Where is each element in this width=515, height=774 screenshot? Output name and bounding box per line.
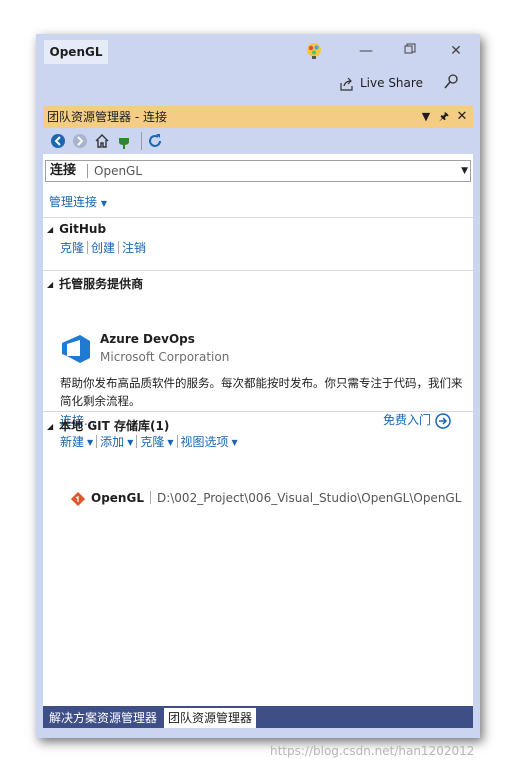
minimize-button[interactable]: —	[356, 42, 376, 60]
github-signout-link[interactable]: 注销	[122, 241, 146, 255]
divider	[43, 217, 473, 218]
view-options-label: 视图选项	[180, 435, 229, 449]
bottom-tab-bar: 解决方案资源管理器 团队资源管理器	[43, 706, 473, 728]
pin-icon[interactable]: 🖈	[437, 106, 451, 128]
team-explorer-panel: 团队资源管理器 - 连接 ▼ 🖈 ✕ 连接 OpenGL ▼ 管理连接 ▼ ◢ G…	[43, 106, 473, 706]
new-repo-link[interactable]: 新建 ▼	[60, 435, 93, 449]
chevron-down-icon: ▼	[87, 438, 94, 447]
github-clone-link[interactable]: 克隆	[60, 241, 84, 255]
collapse-triangle-icon: ◢	[47, 422, 54, 431]
git-repo-icon	[71, 491, 85, 506]
repo-separator	[149, 491, 151, 504]
free-start-label: 免费入门	[383, 413, 432, 427]
tab-solution-explorer[interactable]: 解决方案资源管理器	[45, 708, 161, 728]
chevron-down-icon: ▼	[167, 438, 174, 447]
tab-team-explorer[interactable]: 团队资源管理器	[164, 708, 257, 728]
solution-title: OpenGL	[44, 40, 108, 64]
live-share-button[interactable]: Live Share	[340, 73, 423, 93]
action-separator	[118, 241, 120, 254]
action-separator	[136, 435, 138, 448]
free-start-link[interactable]: 免费入门	[383, 411, 451, 429]
github-actions: 克隆 创建 注销	[60, 239, 146, 256]
panel-header: 团队资源管理器 - 连接 ▼ 🖈 ✕	[43, 106, 473, 128]
combo-separator	[87, 164, 88, 178]
plug-icon[interactable]	[116, 133, 132, 149]
provider-description: 帮助你发布高品质软件的服务。每次都能按时发布。你只需专注于代码，我们来简化剩余流…	[60, 376, 463, 408]
local-git-actions: 新建 ▼ 添加 ▼ 克隆 ▼ 视图选项 ▼	[60, 433, 238, 450]
manage-dropdown-icon: ▼	[100, 199, 107, 208]
repo-list-item[interactable]: OpenGL D:\002_Project\006_Visual_Studio\O…	[71, 491, 461, 506]
repo-path: D:\002_Project\006_Visual_Studio\OpenGL\…	[156, 491, 462, 505]
connection-selector[interactable]: 连接 OpenGL ▼	[45, 160, 471, 182]
close-icon[interactable]: ✕	[455, 106, 469, 128]
refresh-icon[interactable]	[147, 133, 163, 149]
feedback-icon[interactable]	[304, 41, 324, 61]
restore-icon	[404, 43, 416, 54]
github-section-title: GitHub	[59, 222, 107, 236]
clone-repo-link[interactable]: 克隆 ▼	[140, 435, 173, 449]
combo-chevron-down-icon[interactable]: ▼	[461, 161, 468, 181]
restore-button[interactable]	[400, 42, 420, 60]
panel-toolbar	[43, 128, 473, 154]
watermark-text: https://blog.csdn.net/han1202012	[270, 744, 475, 758]
arrow-circle-right-icon	[435, 412, 451, 429]
provider-name: Azure DevOps	[100, 332, 195, 346]
action-separator	[176, 435, 178, 448]
new-repo-label: 新建	[60, 435, 85, 449]
collapse-triangle-icon: ◢	[47, 225, 54, 234]
github-create-link[interactable]: 创建	[91, 241, 115, 255]
provider-company: Microsoft Corporation	[100, 350, 230, 364]
dropdown-arrow-icon[interactable]: ▼	[419, 106, 433, 128]
toolbar-separator	[141, 132, 142, 150]
manage-connections-link[interactable]: 管理连接 ▼	[49, 193, 107, 210]
divider	[43, 270, 473, 271]
action-separator	[87, 241, 89, 254]
forward-icon[interactable]	[72, 133, 88, 149]
github-section-header[interactable]: ◢ GitHub	[47, 222, 106, 236]
collapse-triangle-icon: ◢	[47, 280, 54, 289]
panel-title: 团队资源管理器 - 连接	[47, 110, 167, 124]
connection-label: 连接	[50, 163, 77, 178]
share-icon	[340, 77, 353, 91]
home-icon[interactable]	[94, 133, 110, 149]
action-separator	[96, 435, 98, 448]
chevron-down-icon: ▼	[231, 438, 238, 447]
add-repo-label: 添加	[100, 435, 125, 449]
view-options-link[interactable]: 视图选项 ▼	[181, 435, 238, 449]
hosting-section-title: 托管服务提供商	[59, 277, 144, 291]
visual-studio-window: OpenGL — ✕ Live Share 团队资源管理器 - 连接 ▼ 🖈 ✕	[36, 34, 480, 738]
repo-name: OpenGL	[91, 491, 144, 505]
title-bar: OpenGL — ✕ Live Share	[36, 34, 480, 104]
chevron-down-icon: ▼	[127, 438, 134, 447]
azure-devops-logo-icon	[62, 335, 90, 363]
back-icon[interactable]	[50, 133, 66, 149]
add-repo-link[interactable]: 添加 ▼	[100, 435, 133, 449]
live-share-label: Live Share	[360, 76, 423, 90]
close-window-button[interactable]: ✕	[446, 42, 466, 60]
local-git-section-title: 本地 GIT 存储库(1)	[59, 419, 170, 433]
local-git-section-header[interactable]: ◢ 本地 GIT 存储库(1)	[47, 417, 169, 434]
manage-connections-label: 管理连接	[49, 195, 98, 209]
hosting-section-header[interactable]: ◢ 托管服务提供商	[47, 275, 143, 292]
divider	[43, 411, 473, 412]
account-pin-icon[interactable]	[442, 72, 462, 92]
clone-repo-label: 克隆	[140, 435, 165, 449]
connection-value: OpenGL	[94, 164, 143, 178]
